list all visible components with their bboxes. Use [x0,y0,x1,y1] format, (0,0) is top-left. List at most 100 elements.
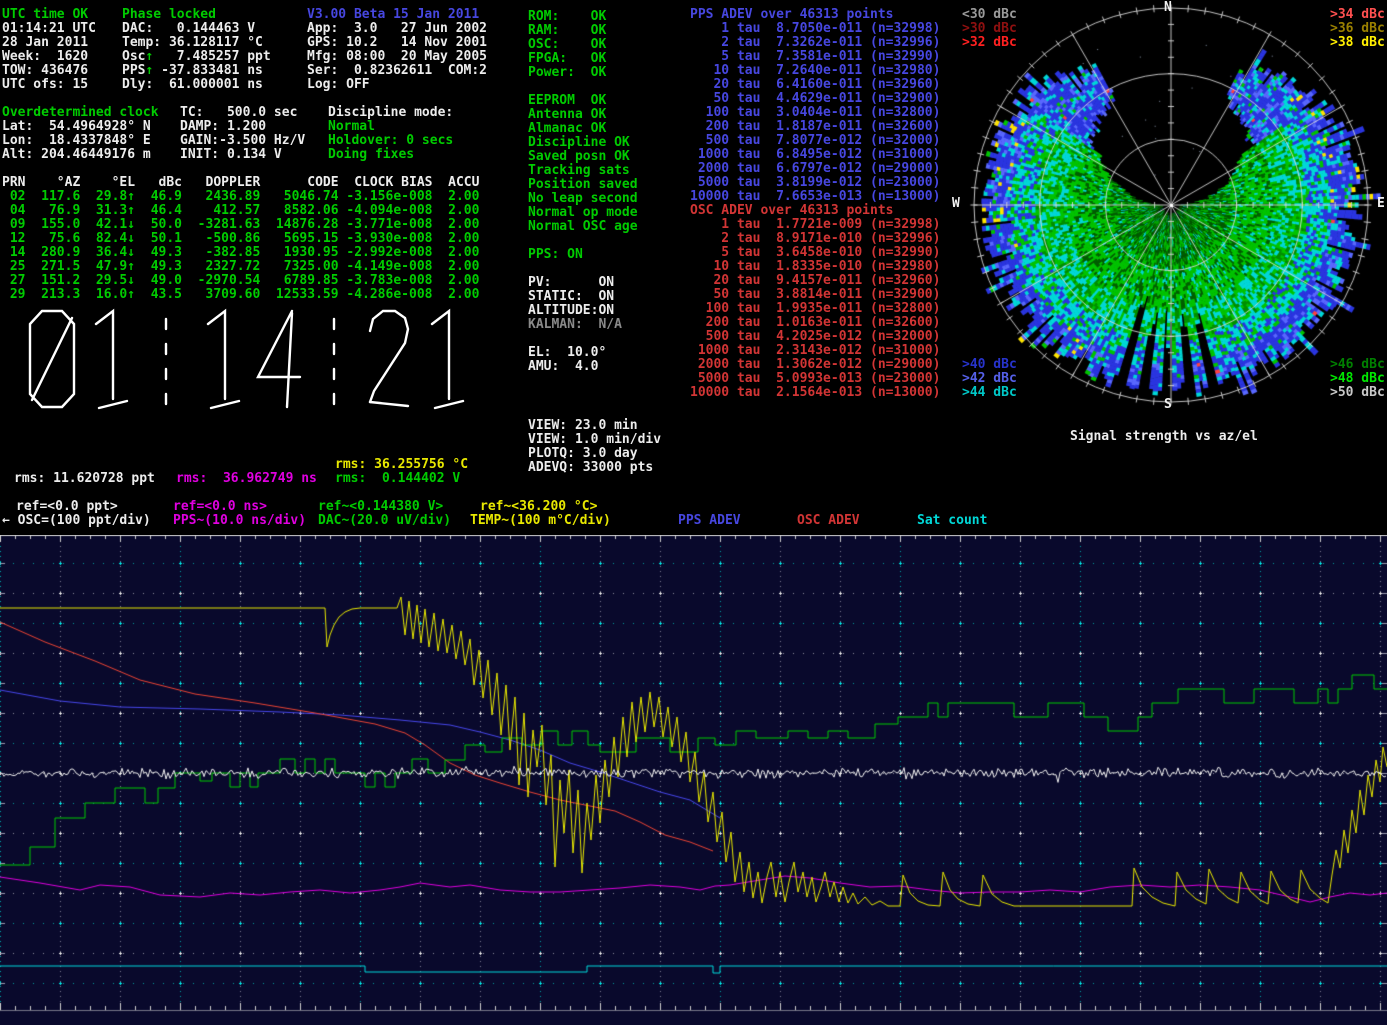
utc-info-line: 28 Jan 2011 [2,36,88,50]
pps-adev-table-row: 2000 tau 6.6797e-012 (n=29000) [690,162,940,176]
strip-chart [0,535,1387,1025]
phase-info-line: PPS↑ -37.833481 ns [122,64,263,78]
sat-table-header: PRN °AZ °EL dBc DOPPLER CODE CLOCK BIAS … [2,176,479,190]
clock-glyph [370,402,408,406]
version-info-line: Log: OFF [307,78,370,92]
phase-info-line: Temp: 36.128117 °C [122,36,263,50]
view-settings-line: VIEW: 1.0 min/div [528,433,661,447]
ref-dac-line: ref~<0.144380 V> [318,500,443,514]
fix-modes-line: ALTITUDE:ON [528,304,614,318]
clock-glyph [32,318,72,400]
gps-status-line: Almanac OK [528,122,606,136]
big-digital-clock [28,308,502,412]
osc-adev-table-row: 200 tau 1.0163e-011 (n=32600) [690,316,940,330]
utc-info-line: Week: 1620 [2,50,88,64]
odc-title-line: Overdetermined clock [2,106,159,120]
loop-params-line: GAIN:-3.500 Hz/V [180,134,305,148]
dbc-legend-item: >36 dBc [1330,22,1385,36]
ref-pps-line: ref=<0.0 ns> [173,500,267,514]
osc-adev-table-row: 5 tau 3.6458e-010 (n=32990) [690,246,940,260]
clock-glyph [99,401,127,408]
gps-status-line: No leap second [528,192,638,206]
mask-settings-line: AMU: 4.0 [528,360,598,374]
pps-adev-table-row: 2 tau 7.3262e-011 (n=32996) [690,36,940,50]
gps-status-line: Normal OSC age [528,220,638,234]
phase-status-line: Phase locked [122,8,216,22]
utc-info-line: TOW: 436476 [2,64,88,78]
pps-state-line: PPS: ON [528,248,583,262]
plot-label-sat-count-line: Sat count [917,514,987,528]
dbc-legend-item: >32 dBc [962,36,1017,50]
plot-label-temp-line: TEMP~(100 m°C/div) [470,514,611,528]
receiver-status-line: ROM: OK [528,10,606,24]
compass-label-w: W [952,197,960,211]
sat-table-row: 12 75.6 82.4↓ 50.1 -500.86 5695.15 -3.93… [2,232,479,246]
sat-table-row: 09 155.0 42.1↓ 50.0 -3281.63 14876.28 -3… [2,218,479,232]
clock-glyph [287,313,292,407]
sat-table-row: 25 271.5 47.9↑ 49.3 2327.72 7325.00 -4.1… [2,260,479,274]
compass-label-s: S [1164,398,1172,412]
pps-adev-table-row: 5 tau 7.3581e-011 (n=32990) [690,50,940,64]
osc-adev-table-row: 20 tau 9.4157e-011 (n=32960) [690,274,940,288]
receiver-status-line: OSC: OK [528,38,606,52]
plot-label-osc-line: ← OSC=(100 ppt/div) [2,514,151,528]
osc-adev-table-row: 1000 tau 2.3143e-012 (n=31000) [690,344,940,358]
dbc-legend-item: >42 dBc [962,372,1017,386]
receiver-status-line: RAM: OK [528,24,606,38]
pps-adev-table-title: PPS ADEV over 46313 points [690,8,894,22]
clock-glyph [211,401,239,408]
sat-table-row: 27 151.2 29.5↓ 49.0 -2970.54 6789.85 -3.… [2,274,479,288]
plot-label-pps-line: PPS~(10.0 ns/div) [173,514,306,528]
dbc-legend-item: >38 dBc [1330,36,1385,50]
receiver-status-line: FPGA: OK [528,52,606,66]
osc-adev-table-row: 10000 tau 2.1564e-013 (n=13000) [690,386,940,400]
pps-adev-table-row: 200 tau 1.8187e-011 (n=32600) [690,120,940,134]
osc-adev-table-row: 10 tau 1.8335e-010 (n=32980) [690,260,940,274]
clock-glyph [432,311,449,399]
gps-status-line: Tracking sats [528,164,630,178]
compass-label-e: E [1377,197,1385,211]
sat-table-row: 04 76.9 31.3↑ 46.4 412.57 8582.06 -4.094… [2,204,479,218]
rms-dac-line: rms: 0.144402 V [335,472,460,486]
plot-label-dac-line: DAC~(20.0 uV/div) [318,514,451,528]
clock-glyph [208,311,225,399]
discipline-mode-line: Discipline mode: [328,106,453,120]
phase-info-line: Dly: 61.000001 ns [122,78,263,92]
utc-info-line: UTC ofs: 15 [2,78,88,92]
pps-adev-table-row: 5000 tau 3.8199e-012 (n=23000) [690,176,940,190]
pps-adev-table-row: 10000 tau 7.6653e-013 (n=13000) [690,190,940,204]
pps-adev-table-row: 500 tau 7.8077e-012 (n=32000) [690,134,940,148]
osc-adev-table-row: 2000 tau 1.3062e-012 (n=29000) [690,358,940,372]
discipline-mode-line: Normal [328,120,375,134]
version-info-line: Ser: 0.82362611 COM:2 [307,64,487,78]
osc-adev-table-row: 50 tau 3.8814e-011 (n=32900) [690,288,940,302]
dbc-legend-item: >46 dBc [1330,358,1385,372]
version-info-line: Mfg: 08:00 20 May 2005 [307,50,487,64]
mask-settings-line: EL: 10.0° [528,346,606,360]
rms-temp-line: rms: 36.255756 °C [335,458,468,472]
gps-status-line: Position saved [528,178,638,192]
gps-status-line: EEPROM OK [528,94,606,108]
view-settings-line: ADEVQ: 33000 pts [528,461,653,475]
clock-glyph [435,401,463,408]
dbc-legend-item: >48 dBc [1330,372,1385,386]
loop-params-line: INIT: 0.134 V [180,148,282,162]
osc-adev-table-row: 100 tau 1.9935e-011 (n=32800) [690,302,940,316]
phase-info-line-seg: 7.485257 ppt [153,49,270,64]
gps-status-line: Antenna OK [528,108,606,122]
utc-status-line: UTC time OK [2,8,88,22]
phase-info-line: Osc↑ 7.485257 ppt [122,50,271,64]
position-info-line: Alt: 204.46449176 m [2,148,151,162]
pps-adev-table-row: 10 tau 7.2640e-011 (n=32980) [690,64,940,78]
view-settings-line: VIEW: 23.0 min [528,419,638,433]
dbc-legend-item: >34 dBc [1330,8,1385,22]
phase-info-line-seg: -37.833481 ns [153,63,263,78]
gps-status-line: Saved posn OK [528,150,630,164]
version-info-line: GPS: 10.2 14 Nov 2001 [307,36,487,50]
azel-signal-map [958,0,1387,422]
rms-pps-line: rms: 36.962749 ns [176,472,317,486]
pps-adev-table-row: 100 tau 3.0404e-011 (n=32800) [690,106,940,120]
fix-modes-line: STATIC: ON [528,290,614,304]
dbc-legend-item: >30 dBc [962,22,1017,36]
pps-adev-table-row: 1 tau 8.7050e-011 (n=32998) [690,22,940,36]
